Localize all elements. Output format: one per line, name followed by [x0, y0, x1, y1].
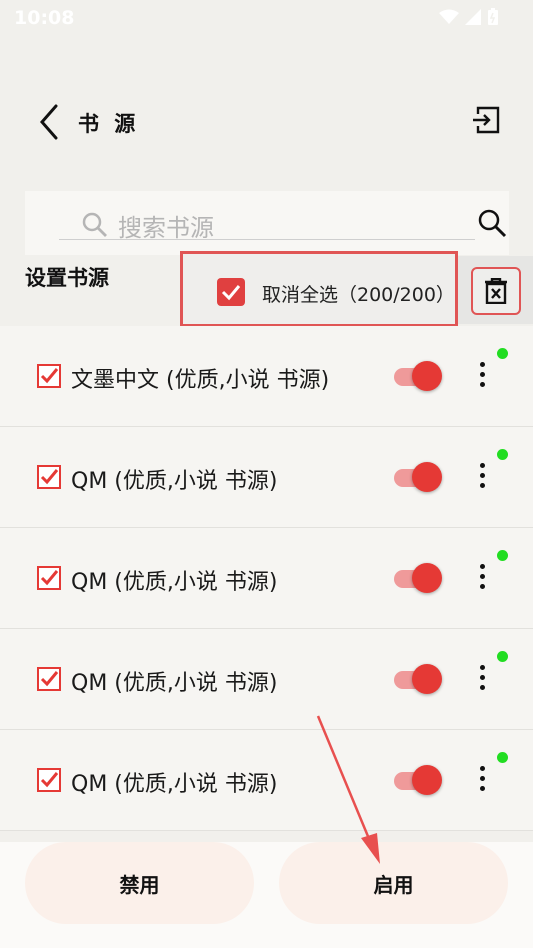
source-name: QM (优质,小说 书源) — [71, 570, 278, 595]
more-options-icon[interactable] — [478, 362, 486, 392]
enable-toggle[interactable] — [394, 361, 442, 391]
delete-selected-button[interactable] — [471, 267, 521, 315]
signal-icon — [465, 9, 481, 25]
search-bar[interactable]: 搜索书源 — [25, 191, 509, 255]
status-dot — [497, 449, 508, 460]
source-name: QM (优质,小说 书源) — [71, 671, 278, 696]
source-checkbox[interactable] — [36, 363, 62, 389]
export-icon[interactable] — [470, 104, 502, 136]
disable-button[interactable]: 禁用 — [25, 842, 254, 924]
trash-icon — [485, 278, 507, 304]
list-item[interactable]: QM (优质,小说 书源) — [0, 528, 533, 629]
status-dot — [497, 752, 508, 763]
more-options-icon[interactable] — [478, 564, 486, 594]
source-name: QM (优质,小说 书源) — [71, 772, 278, 797]
more-options-icon[interactable] — [478, 766, 486, 796]
enable-button[interactable]: 启用 — [279, 842, 508, 924]
wifi-icon — [439, 9, 459, 24]
source-name: QM (优质,小说 书源) — [71, 469, 278, 494]
app-header: 书 源 — [0, 90, 533, 154]
page-title: 书 源 — [78, 112, 140, 136]
status-dot — [497, 550, 508, 561]
status-icons — [439, 8, 499, 26]
search-input[interactable]: 搜索书源 — [118, 208, 214, 243]
enable-toggle[interactable] — [394, 664, 442, 694]
list-item[interactable]: 文墨中文 (优质,小说 书源) — [0, 326, 533, 427]
status-dot — [497, 651, 508, 662]
status-bar: 10:08 — [0, 0, 533, 36]
bottom-action-bar: 禁用 启用 — [0, 842, 533, 948]
battery-icon — [488, 8, 498, 25]
source-checkbox[interactable] — [36, 464, 62, 490]
select-all-checkbox[interactable] — [217, 278, 245, 306]
check-icon — [221, 285, 241, 301]
deselect-all-label: 取消全选（200/200） — [262, 284, 455, 306]
source-list: 文墨中文 (优质,小说 书源) QM (优质,小说 书源) QM (优质,小说 … — [0, 326, 533, 831]
search-submit-icon[interactable] — [477, 208, 507, 238]
status-time: 10:08 — [14, 7, 75, 29]
status-dot — [497, 348, 508, 359]
more-options-icon[interactable] — [478, 463, 486, 493]
search-icon — [82, 212, 107, 237]
source-checkbox[interactable] — [36, 565, 62, 591]
source-checkbox[interactable] — [36, 767, 62, 793]
back-icon[interactable] — [34, 102, 64, 142]
section-title: 设置书源 — [25, 266, 109, 290]
source-checkbox[interactable] — [36, 666, 62, 692]
list-item[interactable]: QM (优质,小说 书源) — [0, 629, 533, 730]
source-name: 文墨中文 (优质,小说 书源) — [71, 368, 330, 393]
deselect-all-toggle[interactable]: 取消全选（200/200） — [180, 251, 458, 327]
list-item[interactable]: QM (优质,小说 书源) — [0, 730, 533, 831]
more-options-icon[interactable] — [478, 665, 486, 695]
enable-toggle[interactable] — [394, 563, 442, 593]
list-item[interactable]: QM (优质,小说 书源) — [0, 427, 533, 528]
search-underline — [59, 239, 475, 240]
enable-toggle[interactable] — [394, 765, 442, 795]
enable-toggle[interactable] — [394, 462, 442, 492]
